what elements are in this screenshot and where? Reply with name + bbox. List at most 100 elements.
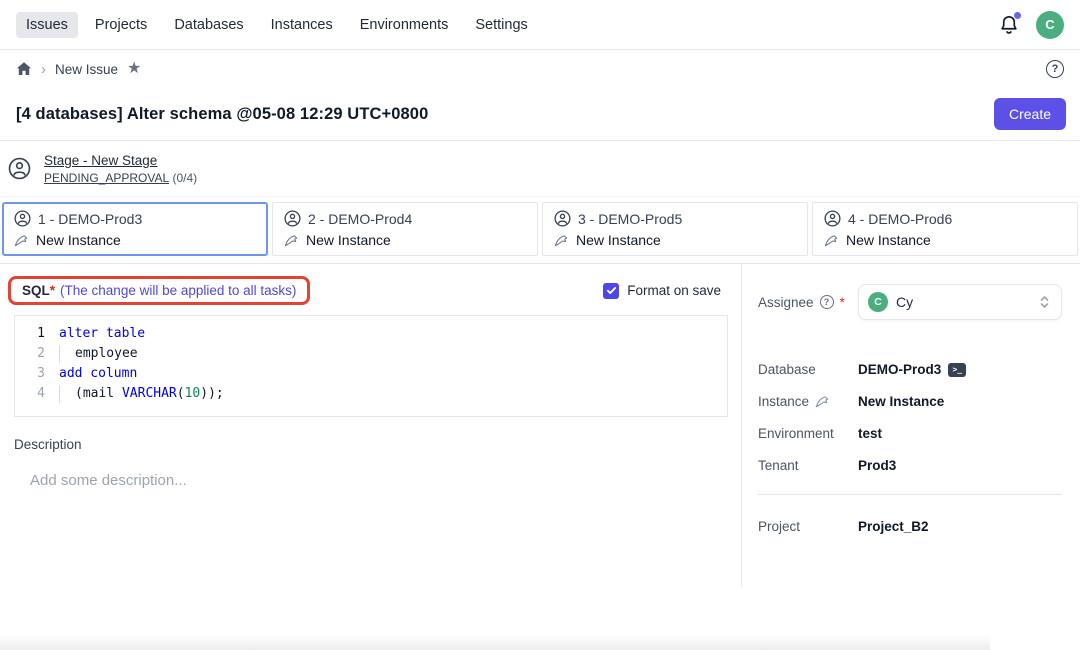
main-content: SQL* (The change will be applied to all … <box>0 264 1080 587</box>
stage-texts: Stage - New Stage PENDING_APPROVAL (0/4) <box>44 153 197 185</box>
notification-bell-icon[interactable] <box>998 14 1020 36</box>
line-number: 4 <box>15 384 59 404</box>
mysql-engine-icon <box>284 233 299 248</box>
create-button[interactable]: Create <box>994 98 1066 130</box>
description-input[interactable]: Add some description... <box>30 472 725 489</box>
editor-line: 2 employee <box>15 344 727 364</box>
assignee-avatar: C <box>868 292 888 312</box>
format-on-save-checkbox[interactable] <box>603 283 619 299</box>
task-instance-name: New Instance <box>36 232 121 248</box>
nav-item-settings[interactable]: Settings <box>465 12 537 38</box>
field-value: DEMO-Prod3 >_ <box>858 362 966 377</box>
task-card-2[interactable]: 2 - DEMO-Prod4 New Instance <box>272 202 538 256</box>
sql-console-icon[interactable]: >_ <box>948 363 966 377</box>
breadcrumb-separator: › <box>41 61 46 78</box>
indent-guide <box>59 345 60 363</box>
format-on-save-label: Format on save <box>627 283 721 298</box>
description-label: Description <box>14 437 725 452</box>
sql-header-row: SQL* (The change will be applied to all … <box>0 264 741 305</box>
page-title: [4 databases] Alter schema @05-08 12:29 … <box>16 105 428 124</box>
sidebar-divider <box>758 494 1062 495</box>
task-title: 4 - DEMO-Prod6 <box>848 211 952 227</box>
mysql-engine-icon <box>824 233 839 248</box>
breadcrumb: › New Issue ★ ? <box>0 50 1080 88</box>
sql-token: alter table <box>59 324 145 344</box>
sql-token: )); <box>200 384 223 404</box>
chevron-updown-icon <box>1037 294 1052 310</box>
required-asterisk: * <box>840 295 845 310</box>
breadcrumb-page-label: New Issue <box>55 62 118 77</box>
assignee-row: Assignee ? * C Cy <box>758 284 1062 320</box>
field-label: Project <box>758 519 858 534</box>
field-value: Prod3 <box>858 458 896 473</box>
line-number: 2 <box>15 344 59 364</box>
task-card-3[interactable]: 3 - DEMO-Prod5 New Instance <box>542 202 808 256</box>
notification-dot <box>1014 12 1021 19</box>
task-card-4[interactable]: 4 - DEMO-Prod6 New Instance <box>812 202 1078 256</box>
home-icon[interactable] <box>16 61 32 77</box>
help-icon[interactable]: ? <box>820 295 834 309</box>
assignee-value: Cy <box>896 294 913 310</box>
annotation-highlight-box: SQL* (The change will be applied to all … <box>8 276 310 305</box>
approver-icon <box>554 210 571 227</box>
field-instance: Instance New Instance <box>758 394 1062 409</box>
bottom-shadow <box>0 634 990 650</box>
user-avatar[interactable]: C <box>1036 11 1064 39</box>
field-environment: Environment test <box>758 426 1062 441</box>
approver-icon <box>14 210 31 227</box>
sql-editor[interactable]: 1 alter table 2 employee 3 add column 4 … <box>14 315 728 417</box>
task-cards-row: 1 - DEMO-Prod3 New Instance 2 - DEMO-Pro… <box>0 196 1080 264</box>
approver-icon <box>824 210 841 227</box>
field-label: Environment <box>758 426 858 441</box>
nav-item-projects[interactable]: Projects <box>85 12 157 38</box>
field-project: Project Project_B2 <box>758 519 1062 534</box>
nav-item-databases[interactable]: Databases <box>164 12 253 38</box>
stage-progress-count: (0/4) <box>173 171 198 185</box>
task-title: 1 - DEMO-Prod3 <box>38 211 142 227</box>
bookmark-star-icon[interactable]: ★ <box>127 61 141 77</box>
main-left-pane: SQL* (The change will be applied to all … <box>0 264 742 587</box>
sql-token: (mail <box>75 384 122 404</box>
field-label: Tenant <box>758 458 858 473</box>
task-title: 3 - DEMO-Prod5 <box>578 211 682 227</box>
sql-token: VARCHAR <box>122 384 177 404</box>
sql-token: employee <box>75 344 138 364</box>
field-value[interactable]: Project_B2 <box>858 519 929 534</box>
sql-token: add column <box>59 364 137 384</box>
field-label: Instance <box>758 394 858 409</box>
nav-items: Issues Projects Databases Instances Envi… <box>16 12 538 38</box>
format-on-save-control[interactable]: Format on save <box>603 283 721 299</box>
task-instance-name: New Instance <box>846 232 931 248</box>
nav-item-environments[interactable]: Environments <box>350 12 459 38</box>
line-number: 1 <box>15 324 59 344</box>
approver-icon <box>8 157 31 180</box>
title-row: [4 databases] Alter schema @05-08 12:29 … <box>0 88 1080 140</box>
line-number: 3 <box>15 364 59 384</box>
mysql-engine-icon <box>815 394 830 409</box>
task-title: 2 - DEMO-Prod4 <box>308 211 412 227</box>
editor-line: 1 alter table <box>15 324 727 344</box>
field-value: test <box>858 426 882 441</box>
stage-status-link[interactable]: PENDING_APPROVAL <box>44 171 169 185</box>
required-asterisk: * <box>50 283 55 298</box>
field-label: Database <box>758 362 858 377</box>
assignee-select[interactable]: C Cy <box>858 284 1062 320</box>
editor-line: 3 add column <box>15 364 727 384</box>
sql-note: (The change will be applied to all tasks… <box>60 283 296 298</box>
stage-name-link[interactable]: Stage - New Stage <box>44 153 197 168</box>
nav-right: C <box>998 11 1064 39</box>
mysql-engine-icon <box>14 233 29 248</box>
help-icon[interactable]: ? <box>1046 60 1064 78</box>
editor-line: 4 (mail VARCHAR(10)); <box>15 384 727 404</box>
nav-item-issues[interactable]: Issues <box>16 12 78 38</box>
top-navigation: Issues Projects Databases Instances Envi… <box>0 0 1080 50</box>
issue-sidebar: Assignee ? * C Cy Database DEMO-Prod3 >_ <box>742 264 1080 587</box>
task-card-1[interactable]: 1 - DEMO-Prod3 New Instance <box>2 202 268 256</box>
task-instance-name: New Instance <box>576 232 661 248</box>
indent-guide <box>59 385 60 403</box>
sql-token: 10 <box>185 384 201 404</box>
assignee-label: Assignee ? * <box>758 295 845 310</box>
mysql-engine-icon <box>554 233 569 248</box>
field-database: Database DEMO-Prod3 >_ <box>758 362 1062 377</box>
nav-item-instances[interactable]: Instances <box>261 12 343 38</box>
